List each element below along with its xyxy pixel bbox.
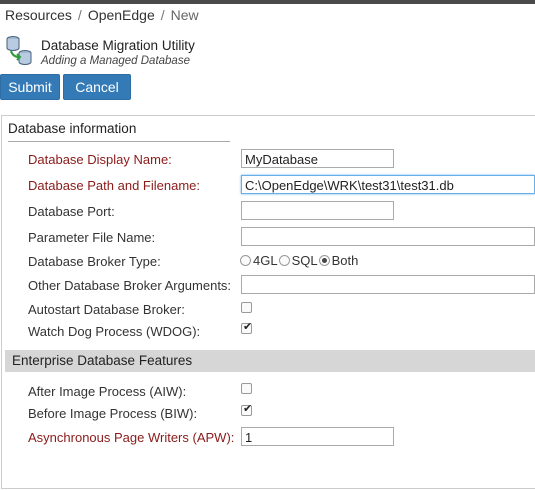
db-port-input[interactable] <box>241 201 394 220</box>
param-file-input[interactable] <box>241 227 535 246</box>
wdog-label: Watch Dog Process (WDOG): <box>28 324 201 339</box>
broker-type-radio-group: 4GL SQL Both <box>240 253 359 268</box>
radio-4gl-label: 4GL <box>253 253 278 268</box>
breadcrumb-separator: / <box>160 7 165 23</box>
radio-sql-label: SQL <box>291 253 318 268</box>
broker-type-label: Database Broker Type: <box>28 254 161 269</box>
breadcrumb-openedge[interactable]: OpenEdge <box>88 7 155 23</box>
top-bar <box>0 0 535 4</box>
database-migration-icon <box>5 34 35 66</box>
biw-label: Before Image Process (BIW): <box>28 406 198 421</box>
autostart-checkbox[interactable] <box>241 302 252 313</box>
cancel-button[interactable]: Cancel <box>63 74 131 100</box>
radio-sql[interactable] <box>278 255 290 266</box>
breadcrumb-resources[interactable]: Resources <box>5 7 72 23</box>
apw-label: Asynchronous Page Writers (APW): <box>28 430 235 445</box>
breadcrumb-current: New <box>170 7 199 23</box>
section-underline <box>8 141 230 142</box>
check-icon: ✔ <box>243 403 253 415</box>
broker-args-input[interactable] <box>241 275 535 294</box>
autostart-label: Autostart Database Broker: <box>28 302 185 317</box>
radio-both-label: Both <box>331 253 359 268</box>
section-title-enterprise: Enterprise Database Features <box>12 353 193 368</box>
radio-both[interactable] <box>318 255 330 266</box>
db-path-input[interactable]: C:\OpenEdge\WRK\test31\test31.db <box>241 175 535 194</box>
breadcrumb-separator: / <box>77 7 82 23</box>
aiw-label: After Image Process (AIW): <box>28 384 187 399</box>
display-name-label: Database Display Name: <box>28 152 172 167</box>
broker-args-label: Other Database Broker Arguments: <box>28 278 232 293</box>
section-title-database-info: Database information <box>8 121 137 136</box>
check-icon: ✔ <box>243 321 253 333</box>
db-port-label: Database Port: <box>28 204 115 219</box>
apw-input[interactable]: 1 <box>241 427 394 446</box>
display-name-input[interactable]: MyDatabase <box>241 149 394 168</box>
page-title: Database Migration Utility <box>41 38 195 53</box>
radio-4gl[interactable] <box>240 255 251 266</box>
wdog-checkbox[interactable]: ✔ <box>241 321 253 334</box>
aiw-checkbox[interactable] <box>241 383 252 394</box>
page-subtitle: Adding a Managed Database <box>41 55 190 67</box>
db-path-label: Database Path and Filename: <box>28 178 200 193</box>
param-file-label: Parameter File Name: <box>28 230 156 245</box>
submit-button[interactable]: Submit <box>0 74 60 100</box>
breadcrumb: Resources / OpenEdge / New <box>5 7 199 23</box>
biw-checkbox[interactable]: ✔ <box>241 403 253 416</box>
